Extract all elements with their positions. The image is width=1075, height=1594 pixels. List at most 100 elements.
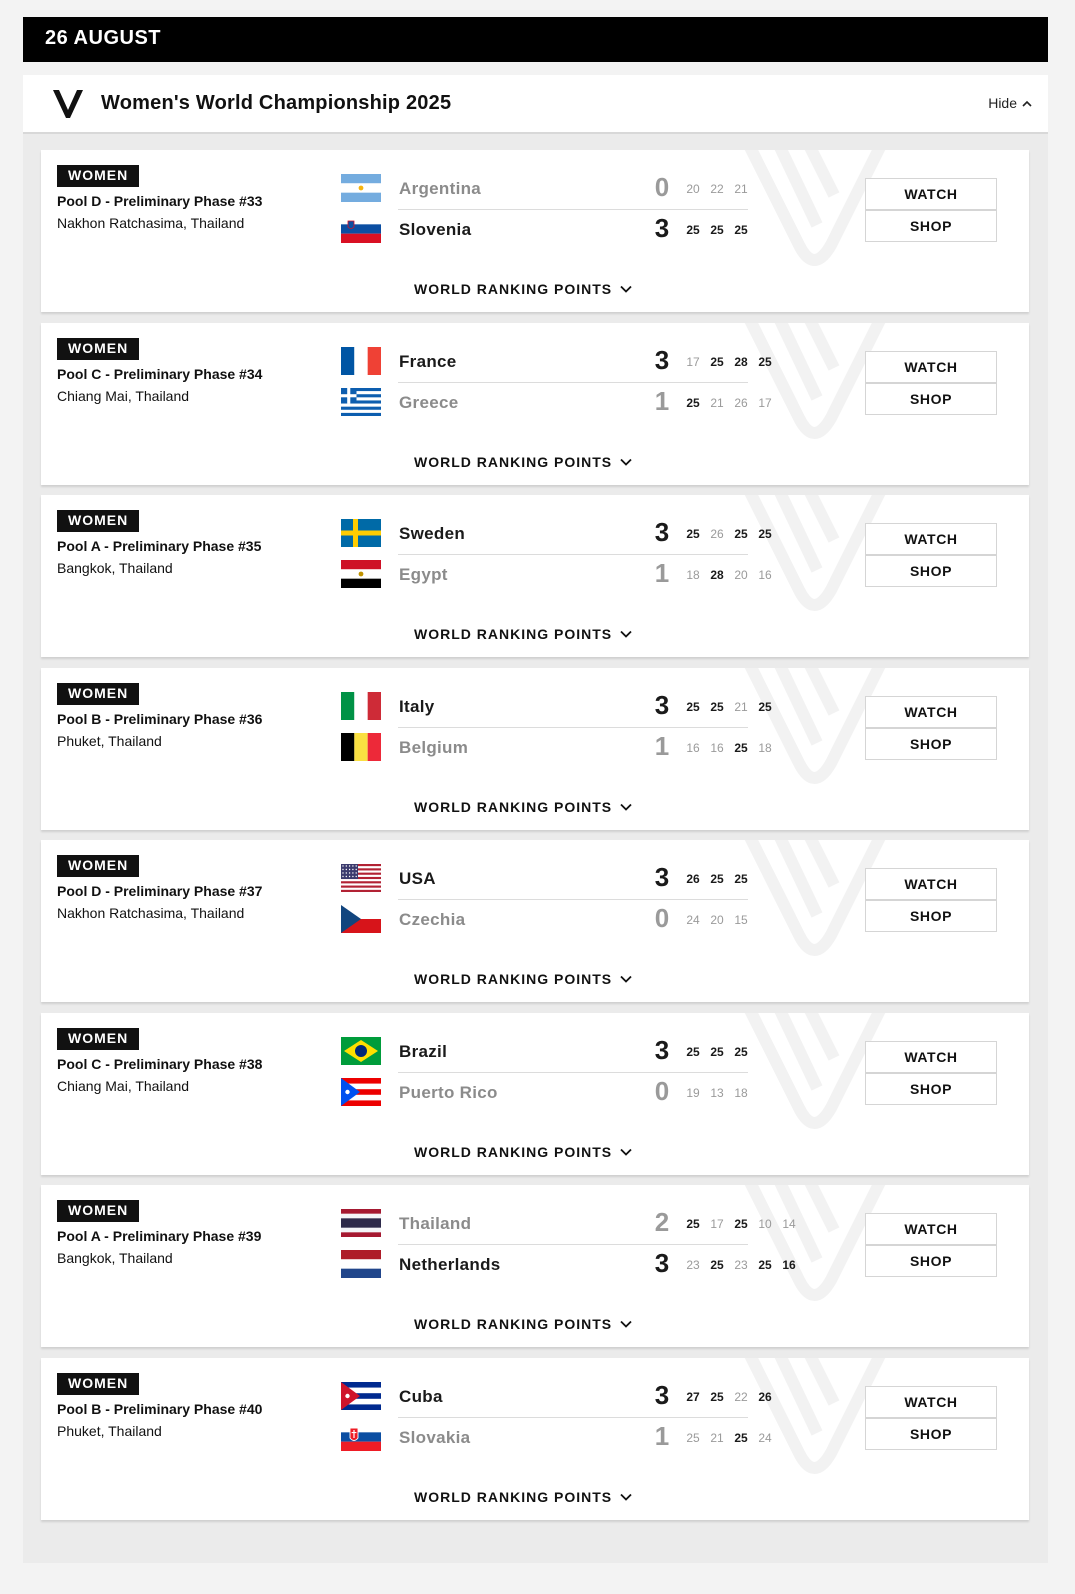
- set-score: 18: [686, 568, 700, 582]
- competition-title: Women's World Championship 2025: [101, 92, 452, 114]
- set-scores: 19 13 18: [681, 1086, 753, 1100]
- team-row[interactable]: Brazil 3 25 25 25: [341, 1035, 761, 1067]
- set-score: 28: [734, 355, 748, 369]
- watch-button[interactable]: WATCH: [865, 696, 997, 728]
- usa-flag-icon: [341, 864, 381, 892]
- sweden-flag-icon: [341, 519, 381, 547]
- team-row[interactable]: Netherlands 3 23 25 23 25 16: [341, 1248, 796, 1280]
- team-divider: [398, 727, 748, 728]
- set-score: 24: [686, 913, 700, 927]
- world-ranking-points-label: WORLD RANKING POINTS: [414, 1489, 613, 1505]
- match-card: WOMEN Pool B - Preliminary Phase #36 Phu…: [41, 668, 1029, 830]
- set-score: 20: [710, 913, 724, 927]
- team-row[interactable]: Greece 1 25 21 26 17: [341, 386, 772, 418]
- shop-button[interactable]: SHOP: [865, 383, 997, 415]
- set-scores: 23 25 23 25 16: [681, 1258, 801, 1272]
- watch-button[interactable]: WATCH: [865, 178, 997, 210]
- watch-button[interactable]: WATCH: [865, 523, 997, 555]
- team-name: Czechia: [399, 910, 466, 929]
- set-score: 16: [782, 1258, 796, 1272]
- team-name: Italy: [399, 697, 435, 716]
- team-row[interactable]: Puerto Rico 0 19 13 18: [341, 1076, 761, 1108]
- set-score: 23: [686, 1258, 700, 1272]
- team-row[interactable]: Slovakia 1 25 21 25 24: [341, 1421, 772, 1453]
- set-scores: 25 25 21 25: [681, 700, 777, 714]
- team-row[interactable]: Thailand 2 25 17 25 10 14: [341, 1207, 796, 1239]
- slovakia-flag-icon: [341, 1423, 381, 1451]
- set-scores: 16 16 25 18: [681, 741, 777, 755]
- world-ranking-points-toggle[interactable]: WORLD RANKING POINTS: [414, 454, 632, 470]
- set-score: 25: [710, 355, 724, 369]
- team-name: USA: [399, 869, 436, 888]
- team-row[interactable]: Slovenia 3 25 25 25: [341, 213, 761, 245]
- set-score: 26: [758, 1390, 772, 1404]
- world-ranking-points-toggle[interactable]: WORLD RANKING POINTS: [414, 971, 632, 987]
- team-row[interactable]: Cuba 3 27 25 22 26: [341, 1380, 772, 1412]
- team-row[interactable]: Argentina 0 20 22 21: [341, 172, 761, 204]
- team-row[interactable]: Belgium 1 16 16 25 18: [341, 731, 772, 763]
- watch-button[interactable]: WATCH: [865, 868, 997, 900]
- set-score: 20: [686, 182, 700, 196]
- set-scores: 25 21 25 24: [681, 1431, 777, 1445]
- world-ranking-points-toggle[interactable]: WORLD RANKING POINTS: [414, 1489, 632, 1505]
- slovenia-flag-icon: [341, 215, 381, 243]
- team-row[interactable]: USA 3 26 25 25: [341, 862, 761, 894]
- shop-button[interactable]: SHOP: [865, 1073, 997, 1105]
- pool-phase-label: Pool D - Preliminary Phase #33: [57, 193, 263, 209]
- world-ranking-points-toggle[interactable]: WORLD RANKING POINTS: [414, 799, 632, 815]
- world-ranking-points-toggle[interactable]: WORLD RANKING POINTS: [414, 626, 632, 642]
- watch-button[interactable]: WATCH: [865, 351, 997, 383]
- category-tag: WOMEN: [57, 1373, 140, 1395]
- team-score: 0: [654, 1076, 670, 1106]
- set-score: 18: [734, 1086, 748, 1100]
- team-divider: [398, 899, 748, 900]
- shop-button[interactable]: SHOP: [865, 1245, 997, 1277]
- team-row[interactable]: Egypt 1 18 28 20 16: [341, 558, 772, 590]
- set-scores: 17 25 28 25: [681, 355, 777, 369]
- category-tag: WOMEN: [57, 1200, 140, 1222]
- set-score: 26: [734, 396, 748, 410]
- team-row[interactable]: Italy 3 25 25 21 25: [341, 690, 772, 722]
- greece-flag-icon: [341, 388, 381, 416]
- team-score: 0: [654, 903, 670, 933]
- team-name: Brazil: [399, 1042, 448, 1061]
- set-score: 16: [710, 741, 724, 755]
- belgium-flag-icon: [341, 733, 381, 761]
- world-ranking-points-toggle[interactable]: WORLD RANKING POINTS: [414, 1316, 632, 1332]
- france-flag-icon: [341, 347, 381, 375]
- world-ranking-points-toggle[interactable]: WORLD RANKING POINTS: [414, 1144, 632, 1160]
- set-score: 22: [734, 1390, 748, 1404]
- set-score: 17: [710, 1217, 724, 1231]
- shop-button[interactable]: SHOP: [865, 900, 997, 932]
- team-row[interactable]: Sweden 3 25 26 25 25: [341, 517, 772, 549]
- category-tag: WOMEN: [57, 510, 140, 532]
- match-card: WOMEN Pool D - Preliminary Phase #37 Nak…: [41, 840, 1029, 1002]
- hide-label: Hide: [988, 95, 1017, 111]
- watch-button[interactable]: WATCH: [865, 1386, 997, 1418]
- chevron-up-icon: [1022, 100, 1032, 107]
- match-card: WOMEN Pool C - Preliminary Phase #38 Chi…: [41, 1013, 1029, 1175]
- set-score: 27: [686, 1390, 700, 1404]
- shop-button[interactable]: SHOP: [865, 210, 997, 242]
- hide-toggle-button[interactable]: Hide: [988, 95, 1032, 111]
- volleyball-world-logo-icon: [50, 86, 86, 122]
- pool-phase-label: Pool B - Preliminary Phase #40: [57, 1401, 263, 1417]
- world-ranking-points-toggle[interactable]: WORLD RANKING POINTS: [414, 281, 632, 297]
- team-name: Sweden: [399, 524, 466, 543]
- team-row[interactable]: Czechia 0 24 20 15: [341, 903, 761, 935]
- team-score: 3: [654, 1248, 670, 1278]
- world-ranking-points-label: WORLD RANKING POINTS: [414, 626, 613, 642]
- watch-button[interactable]: WATCH: [865, 1041, 997, 1073]
- category-tag: WOMEN: [57, 338, 140, 360]
- category-tag: WOMEN: [57, 165, 140, 187]
- set-score: 23: [734, 1258, 748, 1272]
- shop-button[interactable]: SHOP: [865, 1418, 997, 1450]
- team-row[interactable]: France 3 17 25 28 25: [341, 345, 772, 377]
- watch-button[interactable]: WATCH: [865, 1213, 997, 1245]
- set-score: 25: [710, 1258, 724, 1272]
- venue-label: Bangkok, Thailand: [57, 1250, 173, 1266]
- shop-button[interactable]: SHOP: [865, 555, 997, 587]
- team-name: Greece: [399, 393, 459, 412]
- set-score: 25: [710, 1045, 724, 1059]
- shop-button[interactable]: SHOP: [865, 728, 997, 760]
